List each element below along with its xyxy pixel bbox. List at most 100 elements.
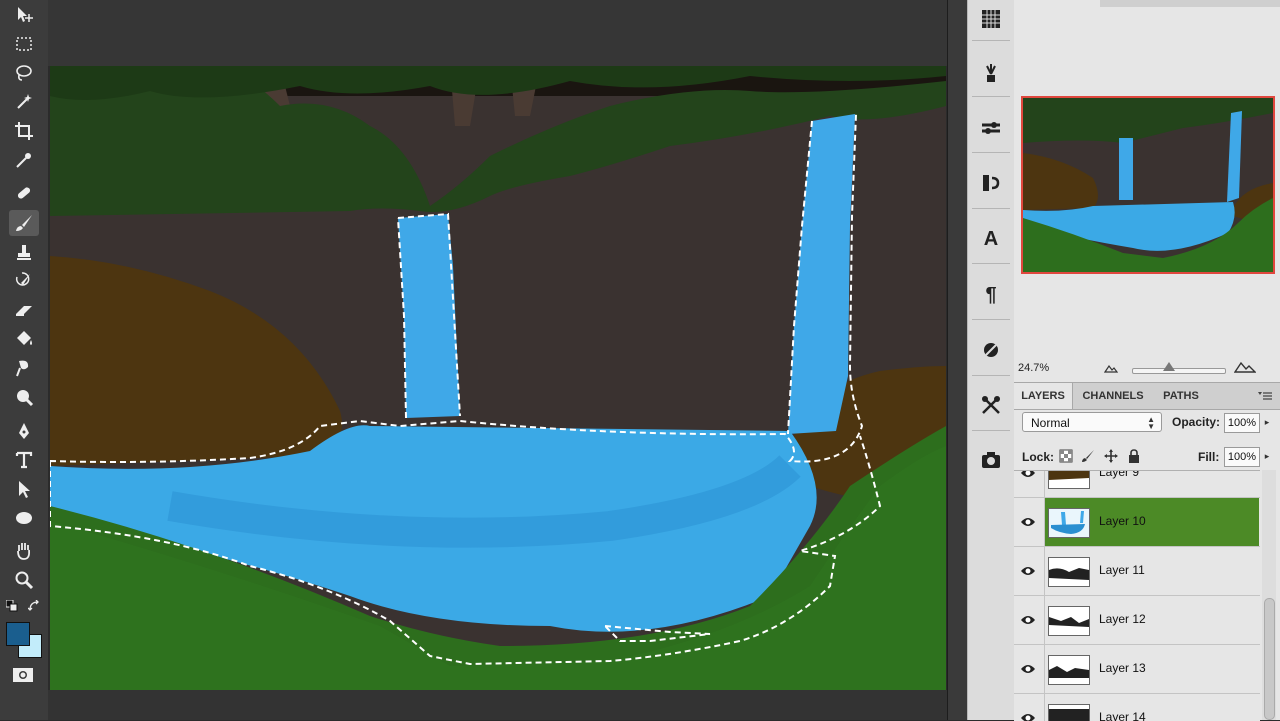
camera-button[interactable] [976, 445, 1006, 475]
hand-tool[interactable] [9, 538, 39, 564]
layer-thumbnail [1048, 655, 1090, 685]
fill-dropdown-icon[interactable]: ▸ [1262, 447, 1272, 465]
tab-paths[interactable]: PATHS [1152, 383, 1210, 409]
workspace-bottom [48, 690, 947, 720]
swatches-button[interactable] [976, 4, 1006, 34]
lock-position-icon[interactable] [1104, 449, 1118, 463]
history-brush-tool[interactable] [9, 268, 39, 294]
brush-tool[interactable] [9, 210, 39, 236]
dodge-tool[interactable] [9, 355, 39, 381]
tab-layers[interactable]: LAYERS [1014, 383, 1073, 409]
layer-row-13[interactable]: Layer 13 [1014, 645, 1260, 694]
blend-mode-select[interactable]: Normal ▲ ▼ [1022, 412, 1162, 432]
navigator-zoom-slider[interactable] [1132, 368, 1226, 374]
visibility-toggle[interactable] [1014, 694, 1042, 721]
tools-icon [982, 396, 1000, 414]
layers-scroll-thumb[interactable] [1264, 598, 1275, 720]
navigator-zoom-thumb[interactable] [1163, 362, 1175, 371]
swap-colors-icon[interactable] [28, 600, 40, 612]
move-icon [18, 7, 33, 22]
tab-channels[interactable]: CHANNELS [1076, 383, 1150, 409]
zoom-tool[interactable] [9, 567, 39, 593]
layers-tab-bar: LAYERS CHANNELS PATHS [1014, 382, 1280, 410]
panel-collapse-strip[interactable] [947, 0, 968, 720]
opacity-label: Opacity: [1172, 415, 1221, 429]
layer-row-12[interactable]: Layer 12 [1014, 596, 1260, 645]
eyedropper-tool[interactable] [9, 147, 39, 173]
marquee-icon [16, 37, 32, 51]
foreground-color-swatch[interactable] [6, 622, 30, 646]
layer-row-9[interactable]: Layer 9 [1014, 471, 1260, 498]
clone-stamp-tool[interactable] [9, 240, 39, 266]
pen-tool[interactable] [9, 418, 39, 444]
quick-select-tool[interactable] [9, 89, 39, 115]
zoom-in-mountain-icon[interactable] [1234, 361, 1256, 373]
paragraph-button[interactable]: ¶ [976, 280, 1006, 310]
burn-tool[interactable] [9, 384, 39, 410]
layer-body[interactable]: Layer 10 [1044, 498, 1259, 546]
eraser-tool[interactable] [9, 297, 39, 323]
layer-body[interactable]: Layer 12 [1044, 596, 1259, 644]
zoom-out-mountain-icon[interactable] [1104, 363, 1118, 373]
layer-row-10[interactable]: Layer 10 [1014, 498, 1260, 547]
adjustments-button[interactable] [976, 335, 1006, 365]
fill-label: Fill: [1198, 450, 1220, 464]
hand-icon [17, 543, 31, 560]
layer-name: Layer 13 [1099, 661, 1146, 675]
layer-body[interactable]: Layer 9 [1044, 471, 1259, 497]
panel-menu-icon[interactable] [1258, 390, 1272, 402]
quick-mask-icon[interactable] [12, 667, 34, 683]
fill-input[interactable]: 100% [1224, 447, 1260, 467]
swatches-grid-icon [982, 10, 1000, 28]
crop-tool[interactable] [9, 118, 39, 144]
lock-transparent-icon[interactable] [1059, 449, 1073, 463]
tool-presets-button[interactable] [976, 113, 1006, 143]
lock-all-icon[interactable] [1127, 449, 1141, 463]
visibility-toggle[interactable] [1014, 596, 1042, 644]
clone-source-button[interactable] [976, 168, 1006, 198]
tools-button[interactable] [976, 390, 1006, 420]
history-brush-icon [15, 272, 30, 286]
brush-presets-button[interactable] [976, 58, 1006, 88]
opacity-dropdown-icon[interactable]: ▸ [1262, 413, 1272, 431]
layer-name: Layer 11 [1099, 563, 1145, 577]
visibility-toggle[interactable] [1014, 471, 1042, 497]
navigator-tab[interactable] [1014, 0, 1100, 7]
eye-icon [1021, 518, 1035, 526]
ellipse-tool[interactable] [9, 505, 39, 531]
layer-row-11[interactable]: Layer 11 [1014, 547, 1260, 596]
painting [50, 66, 946, 690]
layer-name: Layer 10 [1099, 514, 1146, 528]
healing-brush-tool[interactable] [9, 180, 39, 206]
layer-row-14[interactable]: Layer 14 [1014, 694, 1260, 721]
paragraph-icon: ¶ [985, 283, 997, 306]
layer-body[interactable]: Layer 14 [1044, 694, 1259, 721]
paint-bucket-tool[interactable] [9, 326, 39, 352]
visibility-toggle[interactable] [1014, 645, 1042, 693]
layer-body[interactable]: Layer 13 [1044, 645, 1259, 693]
lock-pixels-icon[interactable] [1081, 449, 1095, 463]
document-canvas[interactable] [50, 66, 946, 690]
visibility-toggle[interactable] [1014, 498, 1042, 546]
navigator-preview[interactable] [1021, 96, 1275, 274]
character-icon: A [983, 227, 999, 250]
layer-thumbnail [1048, 508, 1090, 538]
visibility-toggle[interactable] [1014, 547, 1042, 595]
ellipse-icon [16, 512, 32, 524]
default-colors-icon[interactable] [6, 600, 18, 612]
layers-scrollbar[interactable] [1262, 470, 1276, 720]
type-tool[interactable] [9, 447, 39, 473]
marquee-tool[interactable] [9, 31, 39, 57]
navigator-zoom-value[interactable]: 24.7% [1018, 362, 1049, 374]
path-select-icon [19, 481, 30, 498]
adjustments-icon [984, 343, 998, 357]
character-button[interactable]: A [976, 224, 1006, 254]
navigator-tabbar [1014, 0, 1280, 7]
opacity-input[interactable]: 100% [1224, 413, 1260, 433]
layer-body[interactable]: Layer 11 [1044, 547, 1259, 595]
lasso-tool[interactable] [9, 60, 39, 86]
eye-icon [1021, 665, 1035, 673]
burn-icon [17, 390, 34, 407]
move-tool[interactable] [9, 2, 39, 28]
path-select-tool[interactable] [9, 476, 39, 502]
